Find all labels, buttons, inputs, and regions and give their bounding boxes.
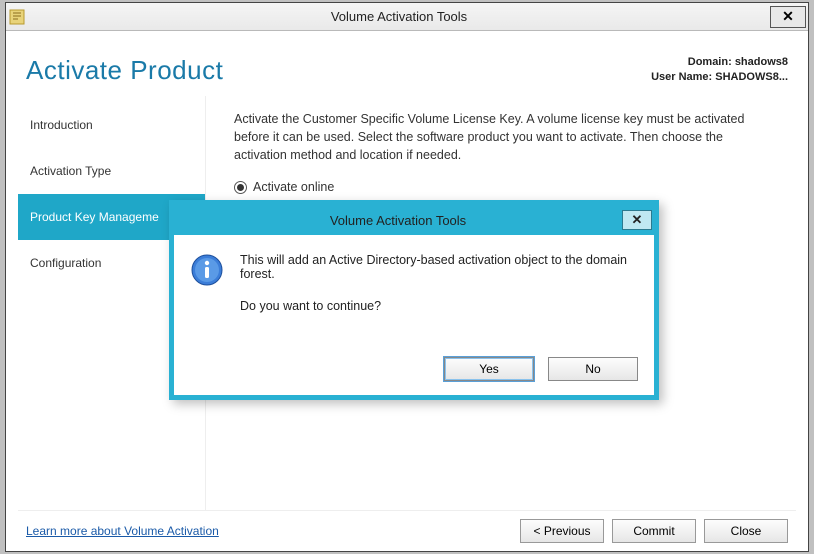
close-icon: ✕ <box>632 212 643 228</box>
page-title: Activate Product <box>26 55 223 86</box>
sidebar-item-label: Configuration <box>30 256 101 270</box>
activate-online-radio[interactable]: Activate online <box>234 178 776 196</box>
dialog-text: This will add an Active Directory-based … <box>240 253 634 349</box>
dialog-button-row: Yes No <box>174 357 654 395</box>
dialog-message: This will add an Active Directory-based … <box>240 253 634 281</box>
intro-text: Activate the Customer Specific Volume Li… <box>234 110 776 164</box>
radio-icon <box>234 181 247 194</box>
dialog-confirm-text: Do you want to continue? <box>240 299 634 313</box>
dialog-title: Volume Activation Tools <box>174 213 622 228</box>
sidebar-item-label: Activation Type <box>30 164 111 178</box>
commit-button[interactable]: Commit <box>612 519 696 543</box>
domain-value: shadows8 <box>735 56 788 68</box>
window-close-button[interactable]: ✕ <box>770 6 806 28</box>
dialog-close-button[interactable]: ✕ <box>622 210 652 230</box>
yes-button[interactable]: Yes <box>444 357 534 381</box>
header-row: Activate Product Domain: shadows8 User N… <box>18 31 796 96</box>
app-icon <box>6 9 28 25</box>
dialog-body: This will add an Active Directory-based … <box>174 235 654 357</box>
info-icon <box>190 253 224 287</box>
confirm-dialog: Volume Activation Tools ✕ This will add … <box>169 200 659 400</box>
learn-more-link[interactable]: Learn more about Volume Activation <box>26 524 219 538</box>
no-button[interactable]: No <box>548 357 638 381</box>
window-title: Volume Activation Tools <box>28 9 770 24</box>
sidebar-item-activation-type[interactable]: Activation Type <box>18 148 205 194</box>
sidebar-item-introduction[interactable]: Introduction <box>18 102 205 148</box>
dialog-titlebar: Volume Activation Tools ✕ <box>174 205 654 235</box>
username-label: User Name: <box>651 71 715 83</box>
previous-button[interactable]: < Previous <box>520 519 604 543</box>
sidebar-item-label: Product Key Manageme <box>30 210 159 224</box>
close-button[interactable]: Close <box>704 519 788 543</box>
domain-label: Domain: <box>688 56 735 68</box>
domain-info: Domain: shadows8 User Name: SHADOWS8... <box>651 55 788 86</box>
username-value: SHADOWS8... <box>715 71 788 83</box>
window-titlebar: Volume Activation Tools ✕ <box>6 3 808 31</box>
sidebar-item-label: Introduction <box>30 118 93 132</box>
close-icon: ✕ <box>782 8 794 25</box>
footer-bar: Learn more about Volume Activation < Pre… <box>18 511 796 551</box>
radio-label: Activate online <box>253 178 334 196</box>
